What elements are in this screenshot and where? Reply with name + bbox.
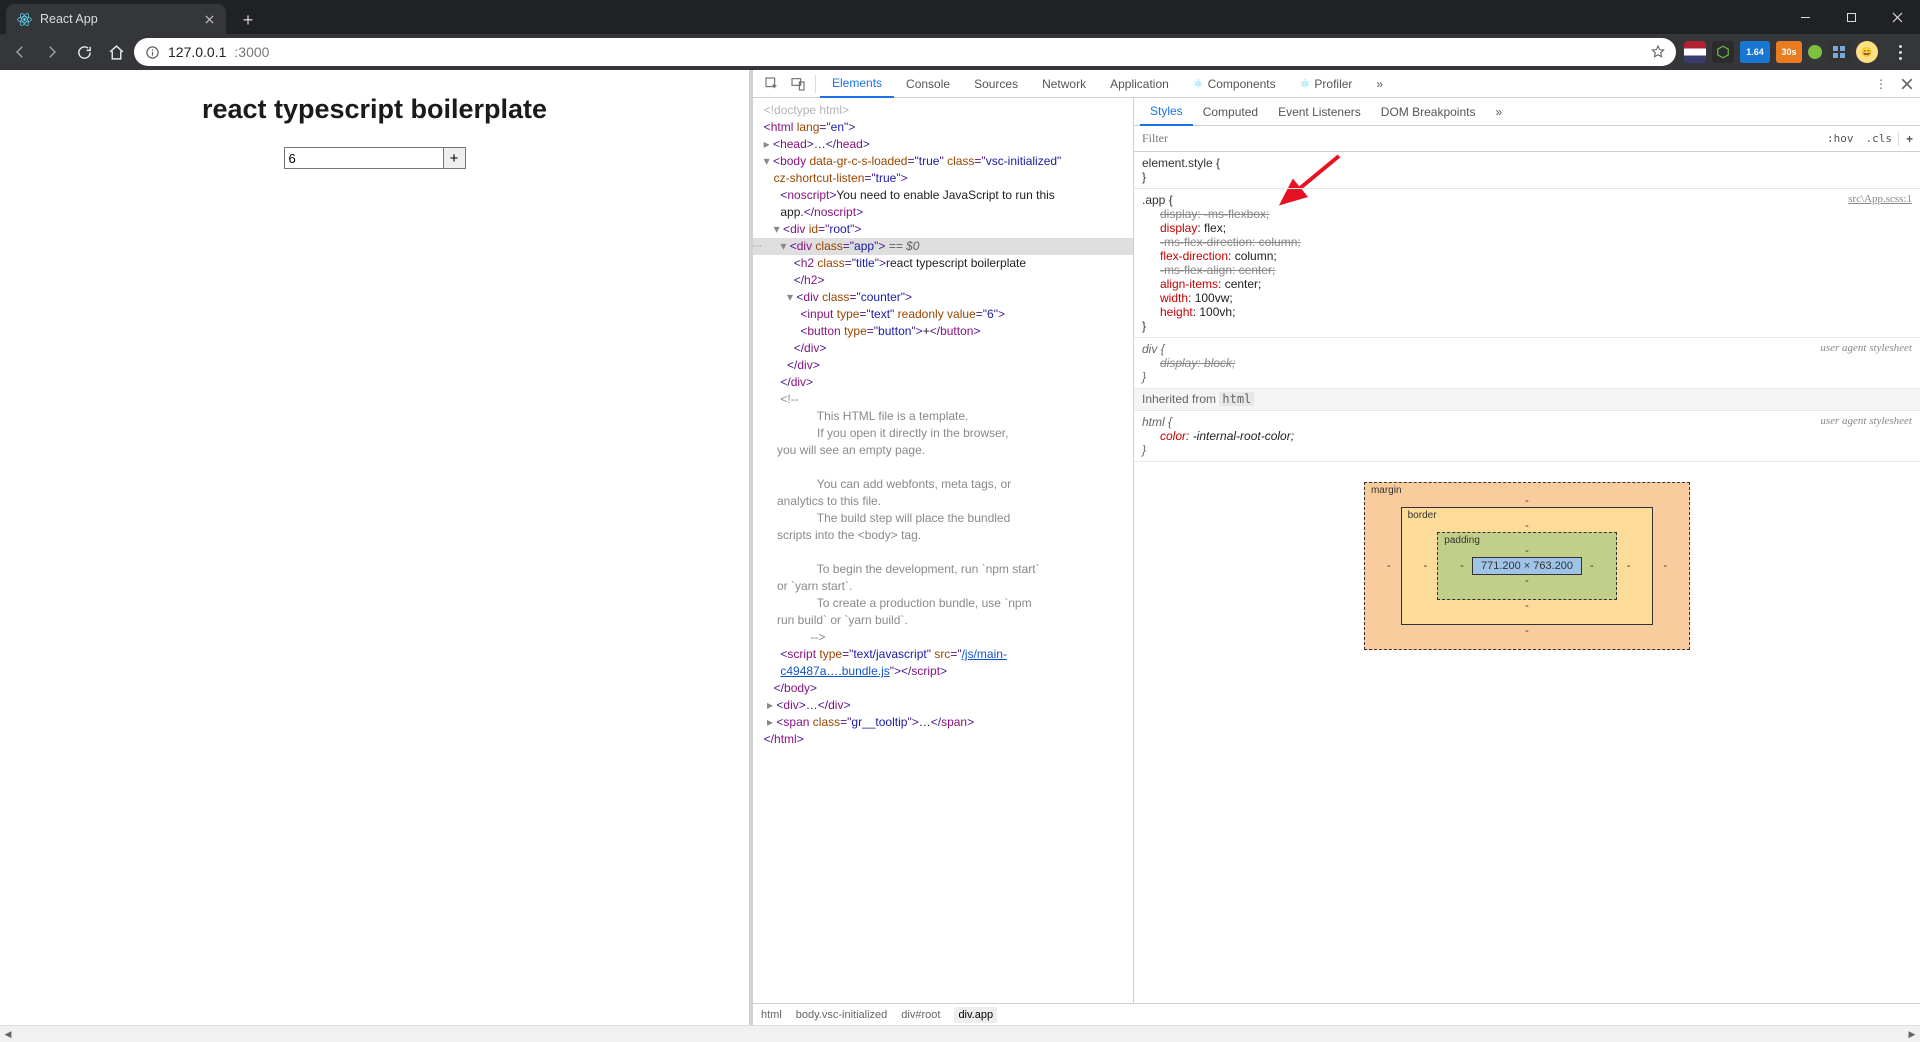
styles-toolbar: :hov .cls + bbox=[1134, 126, 1920, 152]
back-button[interactable] bbox=[6, 38, 34, 66]
browser-chrome: React App + 127.0.0.1 :3000 1.64 30s bbox=[0, 0, 1920, 70]
subtabs-overflow-icon[interactable]: » bbox=[1485, 98, 1512, 126]
close-tab-icon[interactable] bbox=[202, 12, 216, 26]
cls-toggle[interactable]: .cls bbox=[1860, 132, 1899, 145]
device-toggle-icon[interactable] bbox=[785, 71, 811, 97]
ext-blue-pill-icon[interactable]: 1.64 bbox=[1740, 41, 1770, 63]
close-window-button[interactable] bbox=[1874, 0, 1920, 34]
address-bar[interactable]: 127.0.0.1 :3000 bbox=[134, 38, 1676, 66]
styles-rules[interactable]: element.style { } src\App.scss:1 .app { … bbox=[1134, 152, 1920, 462]
subtab-event-listeners[interactable]: Event Listeners bbox=[1268, 98, 1371, 126]
app-title: react typescript boilerplate bbox=[202, 94, 547, 125]
react-icon: ⚛ bbox=[1193, 77, 1204, 91]
hov-toggle[interactable]: :hov bbox=[1821, 132, 1860, 145]
box-content[interactable]: 771.200 × 763.200 bbox=[1472, 557, 1582, 575]
crumb-html[interactable]: html bbox=[761, 1009, 782, 1021]
box-border[interactable]: border - - padding - - bbox=[1401, 507, 1654, 625]
devtools-menu-icon[interactable]: ⋮ bbox=[1868, 71, 1894, 97]
box-padding[interactable]: padding - - 771.200 × 763.200 - - bbox=[1437, 532, 1616, 600]
ext-avatar-icon[interactable]: 😄 bbox=[1856, 41, 1878, 63]
devtools-body: <!doctype html> <html lang="en"> ▸ <head… bbox=[753, 98, 1920, 1003]
box-margin[interactable]: margin - - border - - bbox=[1364, 482, 1690, 650]
crumb-root[interactable]: div#root bbox=[901, 1009, 940, 1021]
ext-green-dot-icon[interactable] bbox=[1808, 45, 1822, 59]
crumb-body[interactable]: body.vsc-initialized bbox=[796, 1009, 888, 1021]
ext-flag-icon[interactable] bbox=[1684, 41, 1706, 63]
site-info-icon[interactable] bbox=[144, 44, 160, 60]
tab-application[interactable]: Application bbox=[1098, 70, 1181, 98]
rule-element-style[interactable]: element.style { } bbox=[1134, 152, 1920, 189]
elements-tree[interactable]: <!doctype html> <html lang="en"> ▸ <head… bbox=[753, 98, 1133, 1003]
bookmark-star-icon[interactable] bbox=[1650, 44, 1666, 60]
ext-grid-icon[interactable] bbox=[1828, 41, 1850, 63]
tab-elements[interactable]: Elements bbox=[820, 70, 894, 98]
styles-filter-input[interactable] bbox=[1134, 131, 1821, 146]
reload-button[interactable] bbox=[70, 38, 98, 66]
url-host: 127.0.0.1 bbox=[168, 44, 226, 60]
extensions: 1.64 30s 😄 bbox=[1680, 41, 1882, 63]
subtab-dom-breakpoints[interactable]: DOM Breakpoints bbox=[1371, 98, 1486, 126]
counter-input[interactable] bbox=[284, 147, 444, 169]
breadcrumb: html body.vsc-initialized div#root div.a… bbox=[753, 1003, 1920, 1025]
home-button[interactable] bbox=[102, 38, 130, 66]
subtab-styles[interactable]: Styles bbox=[1140, 98, 1193, 126]
devtools-tabs: Elements Console Sources Network Applica… bbox=[753, 70, 1920, 98]
minimize-button[interactable] bbox=[1782, 0, 1828, 34]
box-model: margin - - border - - bbox=[1134, 462, 1920, 670]
toolbar: 127.0.0.1 :3000 1.64 30s 😄 bbox=[0, 34, 1920, 70]
ext-node-icon[interactable] bbox=[1712, 41, 1734, 63]
window-horizontal-scrollbar[interactable]: ◀ ▶ bbox=[0, 1025, 1920, 1042]
rule-source-ua: user agent stylesheet bbox=[1820, 342, 1912, 354]
tab-strip: React App + bbox=[0, 0, 1920, 34]
url-port: :3000 bbox=[234, 44, 269, 60]
scroll-right-icon[interactable]: ▶ bbox=[1904, 1026, 1920, 1042]
page-viewport: react typescript boilerplate + bbox=[0, 70, 753, 1025]
styles-tabs: Styles Computed Event Listeners DOM Brea… bbox=[1134, 98, 1920, 126]
react-favicon bbox=[16, 11, 32, 27]
increment-button[interactable]: + bbox=[444, 147, 466, 169]
tab-network[interactable]: Network bbox=[1030, 70, 1098, 98]
forward-button[interactable] bbox=[38, 38, 66, 66]
tab-console[interactable]: Console bbox=[894, 70, 962, 98]
styles-panel: Styles Computed Event Listeners DOM Brea… bbox=[1134, 98, 1920, 1003]
window-controls bbox=[1782, 0, 1920, 34]
rule-div-ua[interactable]: user agent stylesheet div { display: blo… bbox=[1134, 338, 1920, 389]
rule-html-ua[interactable]: user agent stylesheet html { color: -int… bbox=[1134, 411, 1920, 462]
rule-source-ua: user agent stylesheet bbox=[1820, 415, 1912, 427]
react-icon: ⚛ bbox=[1300, 77, 1311, 91]
new-style-rule-button[interactable]: + bbox=[1898, 132, 1920, 146]
devtools: Elements Console Sources Network Applica… bbox=[753, 70, 1920, 1025]
app-root: react typescript boilerplate + bbox=[0, 70, 749, 1025]
inspect-icon[interactable] bbox=[759, 71, 785, 97]
rule-source-link[interactable]: src\App.scss:1 bbox=[1848, 193, 1912, 205]
tab-components[interactable]: ⚛Components bbox=[1181, 70, 1288, 98]
tab-profiler[interactable]: ⚛Profiler bbox=[1288, 70, 1365, 98]
counter: + bbox=[284, 147, 466, 169]
devtools-close-icon[interactable] bbox=[1894, 71, 1920, 97]
rule-app[interactable]: src\App.scss:1 .app { display: -ms-flexb… bbox=[1134, 189, 1920, 338]
maximize-button[interactable] bbox=[1828, 0, 1874, 34]
divider bbox=[815, 75, 816, 93]
tab-title: React App bbox=[40, 12, 194, 26]
content-row: react typescript boilerplate + Elements … bbox=[0, 70, 1920, 1025]
elements-panel: <!doctype html> <html lang="en"> ▸ <head… bbox=[753, 98, 1134, 1003]
chrome-menu-button[interactable] bbox=[1886, 45, 1914, 60]
inherited-from-header: Inherited from html bbox=[1134, 389, 1920, 411]
tab-sources[interactable]: Sources bbox=[962, 70, 1030, 98]
scroll-left-icon[interactable]: ◀ bbox=[0, 1026, 16, 1042]
crumb-app[interactable]: div.app bbox=[954, 1007, 997, 1023]
browser-tab[interactable]: React App bbox=[6, 4, 226, 34]
new-tab-button[interactable]: + bbox=[234, 6, 262, 34]
tabs-overflow-icon[interactable]: » bbox=[1364, 70, 1395, 98]
subtab-computed[interactable]: Computed bbox=[1193, 98, 1268, 126]
ext-orange-pill-icon[interactable]: 30s bbox=[1776, 41, 1802, 63]
